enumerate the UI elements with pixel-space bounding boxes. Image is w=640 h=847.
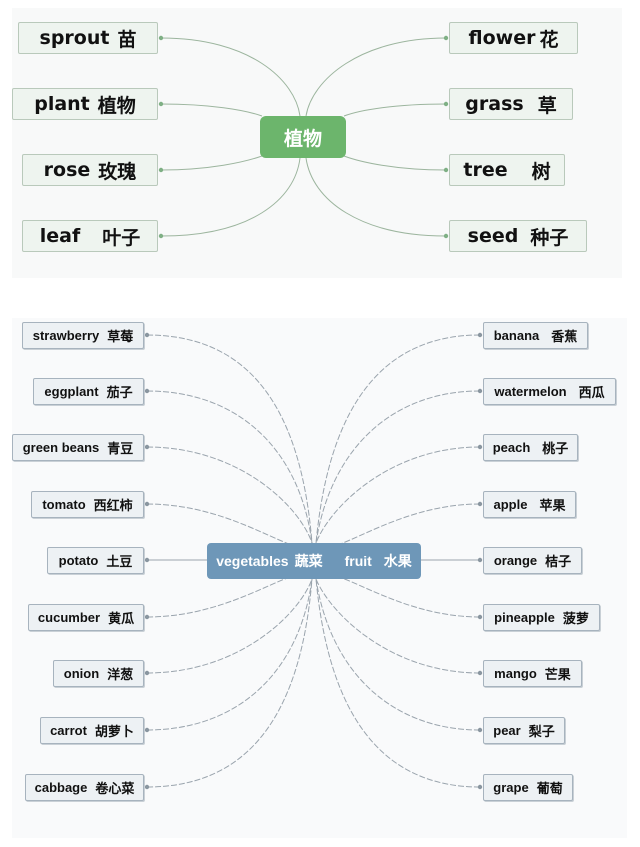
node-zh-label: 卷心菜 xyxy=(95,781,135,796)
node-en-label: plant xyxy=(34,93,90,115)
vegetable-node-potato[interactable]: potato 土豆 xyxy=(47,547,144,574)
node-zh-label: 土豆 xyxy=(106,554,133,569)
node-zh-label: 桃子 xyxy=(542,441,569,456)
node-zh-label: 青豆 xyxy=(107,441,134,456)
node-zh-label: 草 xyxy=(537,94,557,117)
node-zh-label: 苹果 xyxy=(539,498,566,513)
node-en-label: orange xyxy=(493,553,538,568)
node-en-label: peach xyxy=(492,440,531,455)
plant-node-flower[interactable]: flower 花 xyxy=(449,22,578,54)
node-en-label: flower xyxy=(468,27,536,49)
node-en-label: mango xyxy=(494,666,537,681)
node-en-label: sprout xyxy=(39,27,110,49)
plant-node-sprout[interactable]: sprout 苗 xyxy=(18,22,158,54)
plant-node-leaf[interactable]: leaf 叶子 xyxy=(22,220,158,252)
node-zh-label: 茄子 xyxy=(106,385,133,400)
node-en-label: pineapple xyxy=(494,610,555,625)
vegetable-node-carrot[interactable]: carrot 胡萝卜 xyxy=(40,717,144,744)
fruit-en-label: fruit xyxy=(344,553,372,569)
fruit-node-mango[interactable]: mango 芒果 xyxy=(483,660,582,687)
node-en-label: rose xyxy=(43,159,91,181)
node-en-label: strawberry xyxy=(32,328,100,343)
node-en-label: pear xyxy=(493,723,521,738)
node-zh-label: 玫瑰 xyxy=(98,160,137,183)
node-en-label: leaf xyxy=(39,225,81,247)
node-zh-label: 草莓 xyxy=(107,329,134,344)
node-en-label: banana xyxy=(493,328,540,343)
node-en-label: onion xyxy=(63,666,100,681)
fruit-node-grape[interactable]: grape 葡萄 xyxy=(483,774,573,801)
fruit-node-pineapple[interactable]: pineapple 菠萝 xyxy=(483,604,600,631)
node-zh-label: 桔子 xyxy=(545,554,572,569)
node-en-label: seed xyxy=(467,225,519,247)
vegetables-en-label: vegetables xyxy=(216,553,289,569)
fruit-node-orange[interactable]: orange 桔子 xyxy=(483,547,582,574)
node-en-label: green beans xyxy=(22,440,100,455)
node-en-label: grass xyxy=(465,93,524,115)
node-zh-label: 黄瓜 xyxy=(108,611,135,626)
vegetables-zh-label: 蔬菜 xyxy=(294,553,323,569)
plants-center-node[interactable]: 植物 xyxy=(260,116,346,158)
plant-node-tree[interactable]: tree 树 xyxy=(449,154,565,186)
node-zh-label: 树 xyxy=(531,160,551,183)
node-zh-label: 种子 xyxy=(530,226,569,249)
node-zh-label: 洋葱 xyxy=(107,667,134,682)
node-en-label: cucumber xyxy=(37,610,101,625)
node-zh-label: 梨子 xyxy=(528,724,555,739)
vegetable-node-green-beans[interactable]: green beans 青豆 xyxy=(12,434,144,461)
node-en-label: tree xyxy=(463,159,508,181)
node-zh-label: 叶子 xyxy=(102,226,141,249)
node-en-label: carrot xyxy=(50,723,87,738)
plants-center-label: 植物 xyxy=(283,127,322,150)
node-zh-label: 胡萝卜 xyxy=(94,724,134,739)
node-en-label: watermelon xyxy=(494,384,567,399)
node-zh-label: 芒果 xyxy=(544,667,571,682)
plant-node-seed[interactable]: seed 种子 xyxy=(449,220,587,252)
fruit-node-peach[interactable]: peach 桃子 xyxy=(483,434,578,461)
node-zh-label: 菠萝 xyxy=(562,611,589,626)
fruit-zh-label: 水果 xyxy=(383,553,412,569)
plant-node-plant[interactable]: plant 植物 xyxy=(12,88,158,120)
node-en-label: potato xyxy=(58,553,99,568)
node-en-label: apple xyxy=(493,497,528,512)
node-zh-label: 植物 xyxy=(97,94,136,117)
node-en-label: cabbage xyxy=(34,780,88,795)
vegetable-node-strawberry[interactable]: strawberry 草莓 xyxy=(22,322,144,349)
node-zh-label: 香蕉 xyxy=(551,329,578,344)
node-zh-label: 花 xyxy=(539,28,559,51)
node-zh-label: 苗 xyxy=(117,28,137,51)
plant-node-grass[interactable]: grass 草 xyxy=(449,88,573,120)
node-zh-label: 葡萄 xyxy=(536,781,563,796)
node-en-label: eggplant xyxy=(44,384,99,399)
vegetable-node-cabbage[interactable]: cabbage 卷心菜 xyxy=(25,774,144,801)
fruit-node-watermelon[interactable]: watermelon 西瓜 xyxy=(483,378,616,405)
vegetable-node-onion[interactable]: onion 洋葱 xyxy=(53,660,144,687)
fruit-node-pear[interactable]: pear 梨子 xyxy=(483,717,565,744)
node-zh-label: 西红柿 xyxy=(93,498,133,513)
vegetable-node-eggplant[interactable]: eggplant 茄子 xyxy=(33,378,144,405)
node-en-label: tomato xyxy=(42,497,86,512)
vegetable-node-tomato[interactable]: tomato 西红柿 xyxy=(31,491,144,518)
fruit-node-banana[interactable]: banana 香蕉 xyxy=(483,322,588,349)
node-zh-label: 西瓜 xyxy=(578,385,605,400)
fruit-node-apple[interactable]: apple 苹果 xyxy=(483,491,576,518)
node-en-label: grape xyxy=(493,780,529,795)
vegetable-node-cucumber[interactable]: cucumber 黄瓜 xyxy=(28,604,144,631)
plant-node-rose[interactable]: rose 玫瑰 xyxy=(22,154,158,186)
food-center-node[interactable]: vegetables 蔬菜 fruit 水果 xyxy=(207,543,421,579)
